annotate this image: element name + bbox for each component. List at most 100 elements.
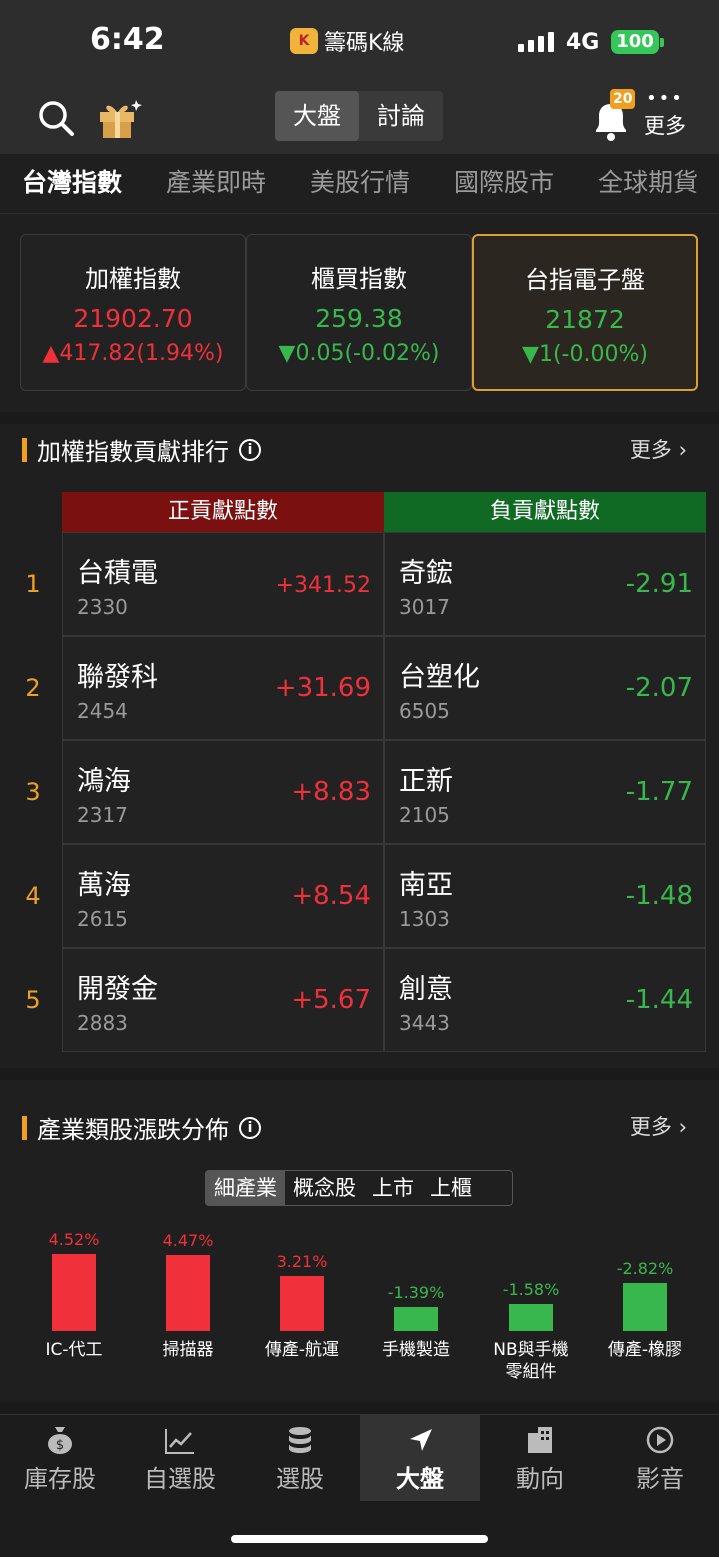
stock-name: 奇鋐 [399,558,453,589]
tab-global-futures[interactable]: 全球期貨 [598,154,698,213]
stock-code: 2105 [399,803,450,827]
stock-name: 萬海 [77,870,131,901]
stock-name: 正新 [399,766,453,797]
industry-bar[interactable] [394,1307,438,1331]
building-icon [480,1415,600,1455]
nav-trends[interactable]: 動向 [480,1415,600,1501]
stock-code: 6505 [399,699,450,723]
main-segment-control: 大盤 討論 [275,91,443,141]
contribution-points: -1.77 [625,777,693,807]
industry-bar-label: IC-代工 [45,1340,103,1360]
app-name-text: 籌碼K線 [324,31,405,56]
nav-label: 影音 [636,1465,684,1493]
network-type: 4G [566,30,600,55]
negative-stock-cell[interactable]: 南亞 1303 -1.48 [384,844,706,948]
industry-bar-percent: 4.52% [48,1230,100,1250]
segment-listed[interactable]: 上市 [364,1171,422,1205]
positive-stock-cell[interactable]: 聯發科 2454 +31.69 [62,636,384,740]
industry-segment-control: 細產業 概念股 上市 上櫃 [205,1170,513,1206]
segment-concept[interactable]: 概念股 [285,1171,364,1205]
industry-bar-percent: -1.58% [502,1280,560,1300]
positive-stock-cell[interactable]: 開發金 2883 +5.67 [62,948,384,1052]
positive-stock-cell[interactable]: 台積電 2330 +341.52 [62,532,384,636]
search-icon[interactable] [36,98,76,138]
stock-name: 創意 [399,974,453,1005]
negative-stock-cell[interactable]: 台塑化 6505 -2.07 [384,636,706,740]
section-marker [22,1115,27,1140]
index-cards: 加權指數 21902.70 ▲417.82(1.94%) 櫃買指數 259.38… [0,214,719,412]
negative-stock-cell[interactable]: 創意 3443 -1.44 [384,948,706,1052]
tab-taiwan-index[interactable]: 台灣指數 [22,154,122,213]
index-name: 台指電子盤 [525,266,645,294]
negative-stock-cell[interactable]: 奇鋐 3017 -2.91 [384,532,706,636]
index-card-electronics-futures[interactable]: 台指電子盤 21872 ▼1(-0.00%) [472,234,698,391]
status-time: 6:42 [90,22,165,57]
ranking-title-text: 加權指數貢獻排行 [37,438,229,466]
battery-icon: 100 [611,30,659,54]
industry-bar-percent: 3.21% [276,1252,328,1272]
info-icon[interactable]: i [239,438,261,461]
industry-bar-label: 傳產-航運 [264,1340,340,1360]
nav-market[interactable]: 大盤 [360,1415,480,1501]
segment-discussion[interactable]: 討論 [359,91,443,141]
tab-intl-markets[interactable]: 國際股市 [454,154,554,213]
rank-index: 1 [25,570,41,598]
battery-tip [660,38,664,47]
segment-sub-industry[interactable]: 細產業 [206,1171,285,1205]
rank-index: 3 [25,778,41,806]
industry-bar[interactable] [166,1255,210,1331]
industry-bar[interactable] [52,1254,96,1331]
stock-name: 台積電 [77,558,158,589]
positive-stock-cell[interactable]: 鴻海 2317 +8.83 [62,740,384,844]
rank-index: 2 [25,674,41,702]
stock-code: 3017 [399,595,450,619]
stock-name: 聯發科 [77,662,158,693]
index-change: ▼1(-0.00%) [522,342,648,367]
nav-video[interactable]: 影音 [600,1415,719,1501]
stock-name: 台塑化 [399,662,480,693]
contribution-points: +8.83 [291,777,371,807]
nav-stock-picker[interactable]: 選股 [240,1415,360,1501]
more-text: 更多 [629,1115,672,1139]
nav-label: 選股 [276,1465,324,1493]
more-button[interactable]: ••• 更多 [640,90,690,144]
nav-inventory[interactable]: $ 庫存股 [0,1415,120,1501]
ranking-more-link[interactable]: 更多 › [630,434,687,464]
index-card-otc[interactable]: 櫃買指數 259.38 ▼0.05(-0.02%) [246,234,472,391]
positive-stock-cell[interactable]: 萬海 2615 +8.54 [62,844,384,948]
nav-label: 自選股 [144,1465,216,1493]
nav-watchlist[interactable]: 自選股 [120,1415,240,1501]
index-change: ▲417.82(1.94%) [42,341,224,366]
app-logo-icon: K [290,28,318,54]
contribution-points: +341.52 [275,573,371,598]
play-circle-icon [600,1415,719,1455]
tab-industry-live[interactable]: 產業即時 [166,154,266,213]
industry-bar[interactable] [509,1304,553,1331]
negative-stock-cell[interactable]: 正新 2105 -1.77 [384,740,706,844]
info-icon[interactable]: i [239,1116,261,1139]
money-bag-icon: $ [0,1415,120,1455]
market-tabs: 台灣指數 產業即時 美股行情 國際股市 全球期貨 [0,154,719,214]
index-value: 21902.70 [73,304,193,333]
segment-otc[interactable]: 上櫃 [422,1171,480,1205]
home-indicator [231,1535,488,1543]
gift-icon[interactable] [96,96,142,140]
industry-bar-label: 掃描器 [162,1340,214,1360]
industry-title-text: 產業類股漲跌分佈 [37,1116,229,1144]
segment-market[interactable]: 大盤 [275,91,359,141]
stock-code: 1303 [399,907,450,931]
stock-code: 2883 [77,1011,128,1035]
index-value: 259.38 [315,304,403,333]
coin-stack-icon [240,1415,360,1455]
nav-label: 動向 [516,1465,564,1493]
more-text: 更多 [629,438,672,462]
industry-more-link[interactable]: 更多 › [630,1111,687,1141]
industry-title: 產業類股漲跌分佈 i [22,1110,261,1145]
industry-bar[interactable] [280,1276,324,1331]
index-card-taiex[interactable]: 加權指數 21902.70 ▲417.82(1.94%) [20,234,246,391]
app-header: 大盤 討論 20 ••• 更多 [0,82,719,154]
chart-line-icon [120,1415,240,1455]
contribution-points: +5.67 [291,985,371,1015]
industry-bar[interactable] [623,1283,667,1331]
tab-us-stocks[interactable]: 美股行情 [310,154,410,213]
